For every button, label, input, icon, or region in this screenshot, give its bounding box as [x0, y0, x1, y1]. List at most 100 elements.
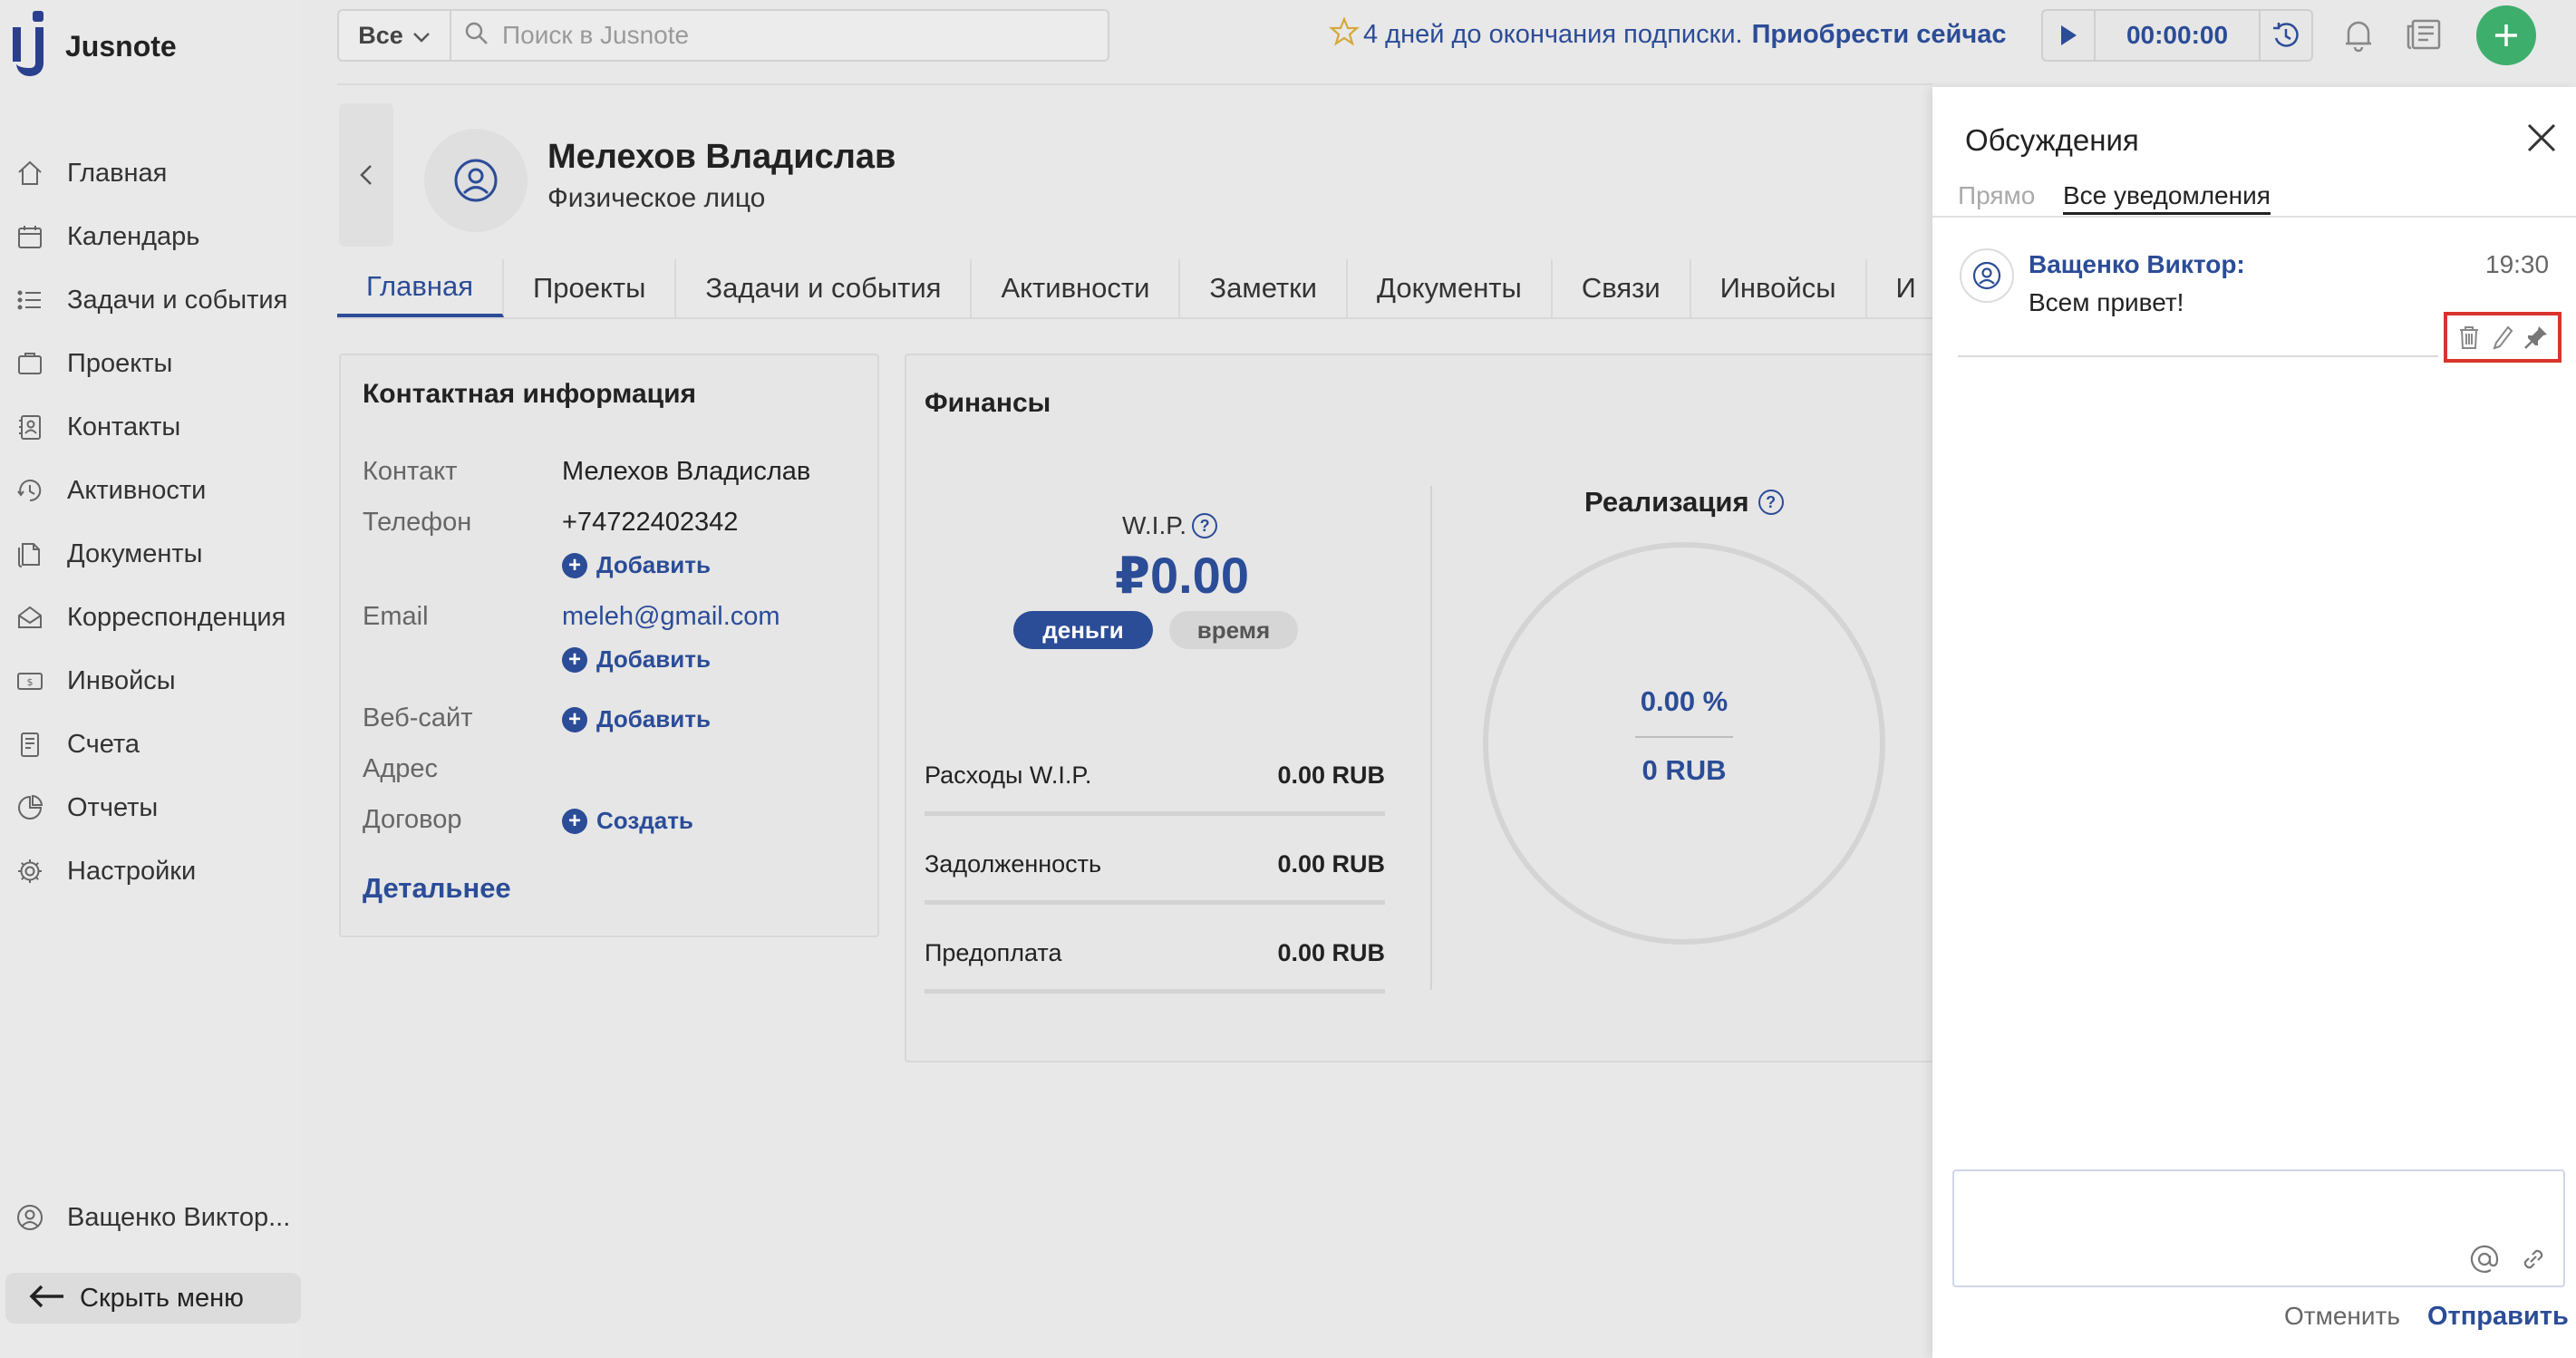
finance-row-value: 0.00 RUB [1277, 850, 1385, 878]
plus-circle-icon: + [562, 808, 587, 834]
buy-now-link[interactable]: Приобрести сейчас [1752, 20, 2007, 50]
tab-projects[interactable]: Проекты [504, 259, 677, 317]
tab-direct[interactable]: Прямо [1958, 181, 2035, 210]
tab-main[interactable]: Главная [337, 259, 504, 317]
sidebar-item-documents[interactable]: Документы [0, 522, 301, 586]
send-button[interactable]: Отправить [2427, 1302, 2569, 1332]
sidebar-item-projects[interactable]: Проекты [0, 332, 301, 395]
tab-all-notifications[interactable]: Все уведомления [2063, 181, 2271, 215]
discussion-title: Обсуждения [1965, 123, 2139, 157]
help-icon[interactable]: ? [1758, 490, 1784, 515]
contact-avatar [424, 129, 528, 232]
app-logo[interactable]: Jusnote [13, 11, 177, 76]
tab-relations[interactable]: Связи [1553, 259, 1691, 317]
sidebar-item-label: Активности [67, 475, 207, 505]
contact-value: Мелехов Владислав [562, 457, 811, 486]
sidebar-item-reports[interactable]: Отчеты [0, 776, 301, 839]
close-icon[interactable] [2522, 118, 2561, 158]
timer-display: 00:00:00 [2096, 11, 2261, 60]
tab-notes[interactable]: Заметки [1180, 259, 1348, 317]
logo-mark-icon [13, 11, 47, 76]
sidebar-item-label: Документы [67, 538, 203, 568]
message-divider [1958, 355, 2438, 357]
top-divider [337, 83, 1932, 85]
create-new-button[interactable] [2476, 5, 2536, 65]
timer-play-button[interactable] [2043, 11, 2096, 60]
sidebar-item-activity[interactable]: Активности [0, 459, 301, 522]
tab-documents[interactable]: Документы [1348, 259, 1553, 317]
link-icon[interactable] [2516, 1242, 2551, 1276]
finance-row-label: Предоплата [925, 939, 1062, 966]
plus-circle-icon: + [562, 646, 587, 673]
create-contract-label: Создать [596, 807, 693, 834]
create-contract-link[interactable]: + Создать [562, 807, 693, 835]
sidebar-item-label: Проекты [67, 348, 173, 378]
sidebar-item-mail[interactable]: Корреспонденция [0, 586, 301, 649]
finance-row-debt: Задолженность 0.00 RUB [925, 850, 1385, 905]
help-icon[interactable]: ? [1192, 513, 1218, 538]
arrow-left-icon [29, 1282, 65, 1314]
phone-label: Телефон [363, 508, 472, 537]
finance-row-value: 0.00 RUB [1277, 761, 1385, 789]
phone-value: +74722402342 [562, 508, 739, 537]
realization-title-text: Реализация [1584, 486, 1749, 518]
finance-row-prepayment: Предоплата 0.00 RUB [925, 939, 1385, 994]
email-label: Email [363, 602, 429, 631]
notifications-bell-icon[interactable] [2337, 13, 2380, 56]
search-input[interactable] [502, 21, 1046, 50]
wip-label: W.I.P. ? [1122, 511, 1218, 540]
trash-icon[interactable] [2455, 324, 2483, 351]
plus-circle-icon: + [562, 552, 587, 578]
edit-pencil-icon[interactable] [2489, 324, 2516, 351]
realization-amount: 0 RUB [1641, 754, 1727, 786]
details-link[interactable]: Детальнее [363, 872, 511, 905]
projects-icon [15, 348, 45, 379]
pin-icon[interactable] [2523, 324, 2550, 351]
add-email-link[interactable]: + Добавить [562, 645, 711, 674]
timer-history-button[interactable] [2261, 11, 2311, 60]
add-website-link[interactable]: + Добавить [562, 705, 711, 733]
contact-tabs: Главная Проекты Задачи и события Активно… [337, 259, 1932, 319]
logo-text: Jusnote [65, 29, 177, 63]
message-author[interactable]: Ващенко Виктор: [2029, 250, 2245, 279]
sidebar-item-label: Главная [67, 158, 168, 188]
sidebar-user[interactable]: Ващенко Виктор... [0, 1186, 301, 1249]
discussion-panel: Обсуждения Прямо Все уведомления Ващенко… [1932, 87, 2576, 1358]
news-feed-icon[interactable] [2402, 13, 2445, 56]
time-toggle[interactable]: время [1169, 611, 1298, 649]
tab-more[interactable]: И [1867, 259, 1932, 317]
plus-circle-icon: + [562, 706, 587, 732]
add-phone-link[interactable]: + Добавить [562, 551, 711, 579]
hide-menu-button[interactable]: Скрыть меню [5, 1273, 301, 1324]
subscription-text: 4 дней до окончания подписки. [1363, 19, 1743, 49]
star-icon [1329, 16, 1360, 53]
sidebar-item-settings[interactable]: Настройки [0, 839, 301, 903]
email-link[interactable]: meleh@gmail.com [562, 602, 780, 632]
wip-value: ₽0.00 [1115, 547, 1249, 604]
sidebar-item-label: Счета [67, 729, 140, 759]
contacts-icon [15, 412, 45, 442]
address-label: Адрес [363, 754, 439, 783]
tab-invoices[interactable]: Инвойсы [1691, 259, 1867, 317]
svg-text:$: $ [27, 676, 34, 688]
sidebar-item-contacts[interactable]: Контакты [0, 395, 301, 459]
search-filter-dropdown[interactable]: Все [339, 11, 451, 60]
finance-divider [1430, 486, 1432, 990]
tab-tasks[interactable]: Задачи и события [676, 259, 973, 317]
message-actions [2444, 312, 2561, 363]
sidebar-item-invoices[interactable]: $ Инвойсы [0, 649, 301, 713]
search-group: Все [337, 9, 1109, 62]
tab-activity[interactable]: Активности [972, 259, 1181, 317]
mention-icon[interactable] [2467, 1242, 2502, 1276]
sidebar-item-accounts[interactable]: Счета [0, 713, 301, 776]
message-input[interactable] [1963, 1180, 2489, 1276]
tasks-icon [15, 285, 45, 315]
sidebar-item-tasks[interactable]: Задачи и события [0, 268, 301, 332]
money-toggle[interactable]: деньги [1013, 611, 1153, 649]
time-tracker: 00:00:00 [2041, 9, 2313, 62]
back-button[interactable] [339, 103, 393, 247]
sidebar-item-calendar[interactable]: Календарь [0, 205, 301, 268]
sidebar-item-home[interactable]: Главная [0, 141, 301, 205]
finance-row-label: Расходы W.I.P. [925, 761, 1092, 789]
cancel-button[interactable]: Отменить [2284, 1302, 2400, 1331]
